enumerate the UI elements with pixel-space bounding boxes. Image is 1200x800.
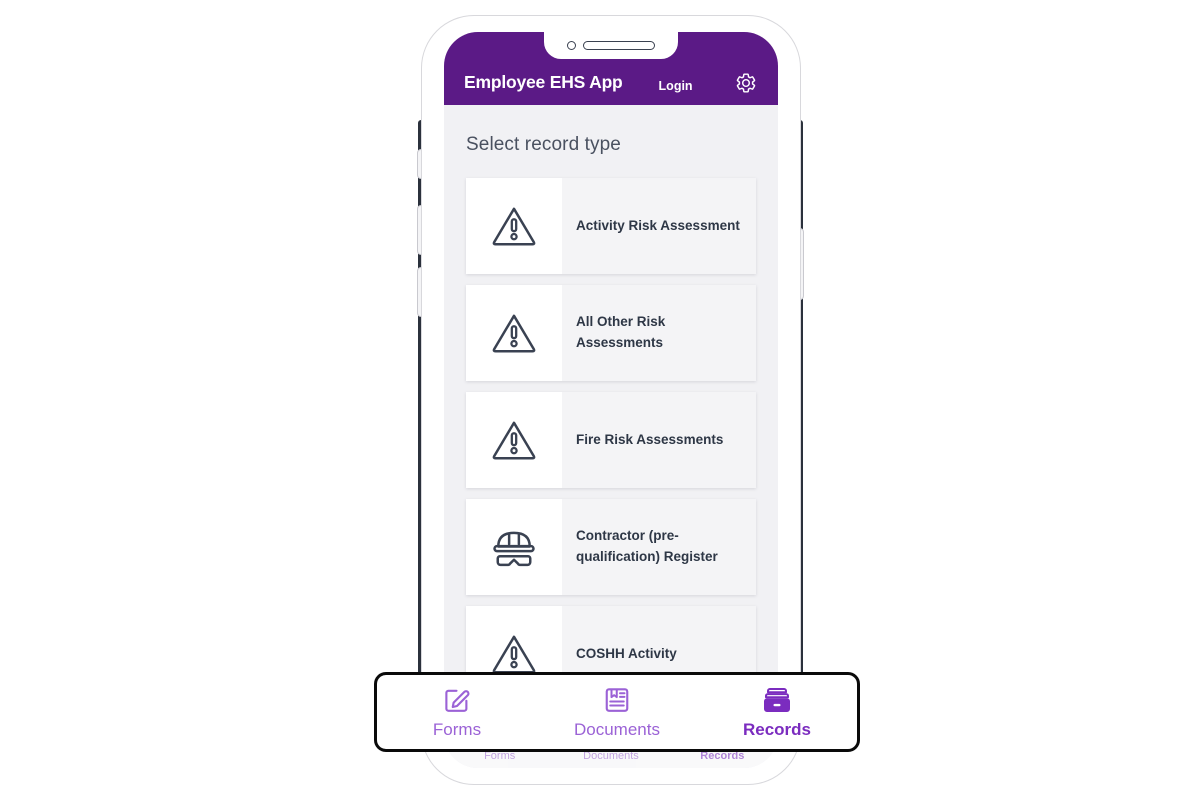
speaker-icon (583, 41, 655, 50)
warning-triangle-icon (492, 207, 536, 246)
record-card-label: All Other Risk Assessments (576, 314, 666, 350)
nav-item-label: Records (742, 719, 812, 739)
warning-triangle-icon (492, 421, 536, 460)
gear-icon (736, 73, 756, 93)
login-button[interactable]: Login (659, 79, 693, 93)
record-card-label: Activity Risk Assessment (576, 217, 740, 233)
page-title: Select record type (466, 134, 621, 155)
record-card-icon (466, 285, 562, 381)
record-card-activity-risk-assessment[interactable]: Activity Risk Assessment (466, 178, 756, 274)
record-card-label: Fire Risk Assessments (576, 431, 724, 447)
hard-hat-goggles-icon (493, 531, 535, 567)
nav-item-label: Forms (432, 719, 482, 739)
screen-content: Select record type Activity Risk Assessm… (444, 105, 778, 768)
nav-item-label: Documents (574, 719, 660, 739)
phone-notch (544, 32, 678, 59)
warning-triangle-icon (492, 314, 536, 353)
record-card-icon (466, 392, 562, 488)
document-lines-icon (605, 687, 629, 712)
phone-screen: Employee EHS App Login Select record typ… (444, 32, 778, 768)
file-box-icon (764, 687, 791, 712)
settings-button[interactable] (734, 71, 758, 95)
nav-item-documents[interactable]: Documents (537, 685, 697, 740)
bottom-navigation-bar: Forms Documents Records (374, 672, 860, 752)
record-card-icon (466, 178, 562, 274)
record-card-icon (466, 499, 562, 595)
record-type-list: Activity Risk Assessment All Other Risk … (444, 178, 778, 702)
nav-item-forms[interactable]: Forms (377, 685, 537, 740)
record-card-contractor-pre-qualification-register[interactable]: Contractor (pre-qualification) Register (466, 499, 756, 595)
record-card-label: Contractor (pre-qualification) Register (576, 528, 718, 564)
record-card-fire-risk-assessments[interactable]: Fire Risk Assessments (466, 392, 756, 488)
edit-square-pencil-icon (445, 689, 470, 712)
nav-item-records[interactable]: Records (697, 685, 857, 740)
camera-icon (567, 41, 576, 50)
record-card-all-other-risk-assessments[interactable]: All Other Risk Assessments (466, 285, 756, 381)
app-title: Employee EHS App (464, 72, 623, 92)
